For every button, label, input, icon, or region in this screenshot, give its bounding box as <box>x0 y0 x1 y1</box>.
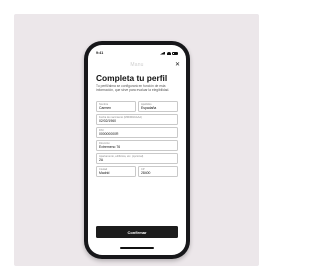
phone-frame: 9:41 Manu ✕ Completa tu perfil Tu perfil… <box>84 41 190 259</box>
apartment-value: 2A <box>99 158 104 163</box>
status-bar: 9:41 <box>96 50 178 56</box>
home-indicator <box>120 247 154 249</box>
brand-logo: Manu <box>130 62 144 68</box>
phone-screen: 9:41 Manu ✕ Completa tu perfil Tu perfil… <box>88 45 186 255</box>
page-description: Tu perfil/alma se configurará en función… <box>96 84 170 93</box>
app-bar: Manu ✕ <box>94 61 180 69</box>
status-icons <box>160 51 178 55</box>
birthdate-field[interactable]: Fecha de nacimiento (MM/DD/AAAA) 02/02/1… <box>96 114 178 125</box>
signal-icon <box>160 51 165 55</box>
status-time: 9:41 <box>96 51 104 55</box>
postal-code-field[interactable]: CP 28400 <box>138 166 178 177</box>
last-name-value: Espadaña <box>141 106 157 111</box>
address-field[interactable]: Dirección Extremeno 76 <box>96 140 178 151</box>
first-name-field[interactable]: Nombre Carmen <box>96 101 136 112</box>
birthdate-value: 02/02/1960 <box>99 119 116 124</box>
city-field[interactable]: Ciudad Madrid <box>96 166 136 177</box>
first-name-value: Carmen <box>99 106 112 111</box>
apartment-field[interactable]: Apartamento, edificio/a, etc. (opcional)… <box>96 153 178 164</box>
close-icon[interactable]: ✕ <box>175 61 180 69</box>
wifi-icon <box>166 51 171 55</box>
page-title: Completa tu perfil <box>96 73 168 83</box>
city-value: Madrid <box>99 171 110 176</box>
battery-icon <box>172 51 178 55</box>
dni-value: 000000000R <box>99 132 119 137</box>
last-name-field[interactable]: Apellidos Espadaña <box>138 101 178 112</box>
address-value: Extremeno 76 <box>99 145 121 150</box>
dni-field[interactable]: DNI 000000000R <box>96 127 178 138</box>
postal-code-value: 28400 <box>141 171 151 176</box>
confirm-button[interactable]: Confirmar <box>96 226 178 238</box>
